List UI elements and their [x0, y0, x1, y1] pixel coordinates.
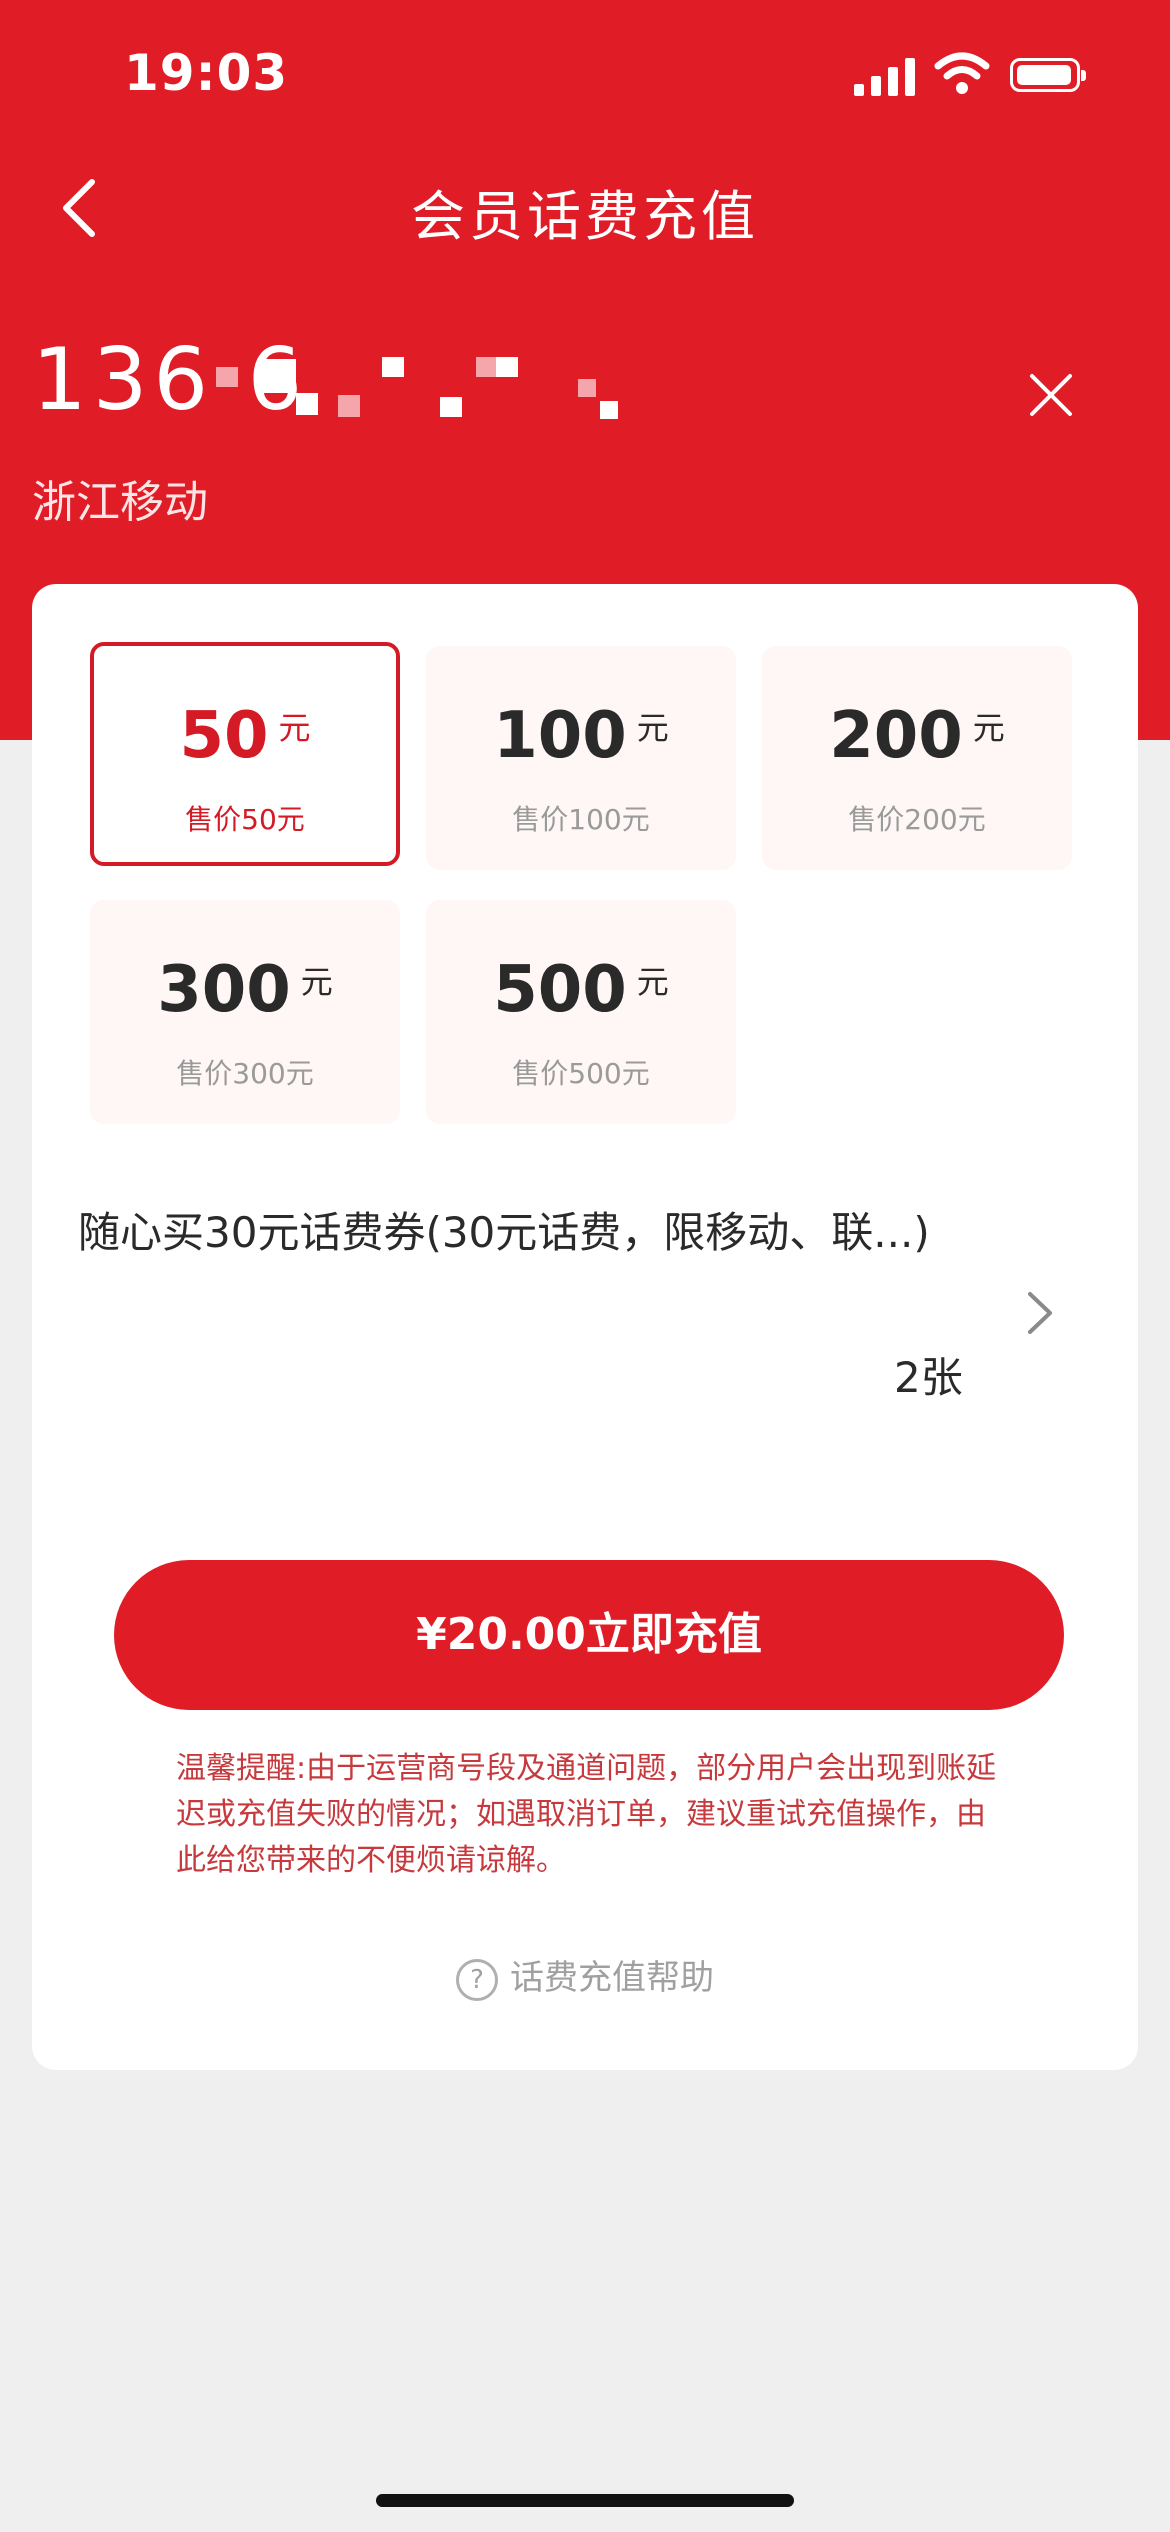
amount-value: 500	[493, 953, 627, 1027]
amount-price: 售价500元	[512, 1057, 650, 1090]
amount-value: 200	[829, 699, 963, 773]
help-label: 话费充值帮助	[510, 1958, 714, 1998]
status-time: 19:03	[124, 44, 289, 102]
amount-option-100[interactable]: 100 元 售价100元	[426, 646, 736, 870]
coupon-title[interactable]: 随心买30元话费券(30元话费，限移动、联...)	[78, 1200, 978, 1266]
recharge-card: 50 元 售价50元 100 元 售价100元 200 元 售价200元 300 元 售…	[32, 584, 1138, 2070]
amount-option-200[interactable]: 200 元 售价200元	[762, 646, 1072, 870]
amount-option-50[interactable]: 50 元 售价50元	[90, 642, 400, 866]
chevron-right-icon[interactable]	[1022, 1288, 1058, 1338]
amount-value: 100	[493, 699, 627, 773]
amount-unit: 元	[636, 963, 669, 1001]
amount-unit: 元	[278, 709, 311, 747]
amount-price: 售价300元	[176, 1057, 314, 1090]
clear-icon[interactable]	[1028, 372, 1074, 418]
phone-number-mask	[210, 345, 630, 430]
coupon-count: 2张	[894, 1353, 963, 1402]
help-icon: ?	[456, 1958, 498, 2001]
amount-price: 售价100元	[512, 803, 650, 836]
help-link[interactable]: ? 话费充值帮助	[0, 1950, 1170, 2001]
amount-value: 300	[157, 953, 291, 1027]
amount-unit: 元	[300, 963, 333, 1001]
page-title: 会员话费充值	[411, 185, 759, 248]
amount-value: 50	[179, 699, 269, 773]
battery-icon	[1010, 58, 1086, 92]
cellular-signal-icon	[854, 56, 916, 96]
amount-price: 售价200元	[848, 803, 986, 836]
amount-option-300[interactable]: 300 元 售价300元	[90, 900, 400, 1124]
carrier-label: 浙江移动	[32, 477, 208, 528]
amount-unit: 元	[972, 709, 1005, 747]
amount-option-500[interactable]: 500 元 售价500元	[426, 900, 736, 1124]
notice-text: 温馨提醒:由于运营商号段及通道问题，部分用户会出现到账延迟或充值失败的情况；如遇…	[176, 1751, 997, 1878]
recharge-button[interactable]: ¥20.00立即充值	[114, 1560, 1064, 1710]
amount-unit: 元	[636, 709, 669, 747]
home-indicator[interactable]	[376, 2494, 794, 2507]
amount-price: 售价50元	[185, 803, 305, 836]
wifi-icon	[934, 52, 990, 94]
